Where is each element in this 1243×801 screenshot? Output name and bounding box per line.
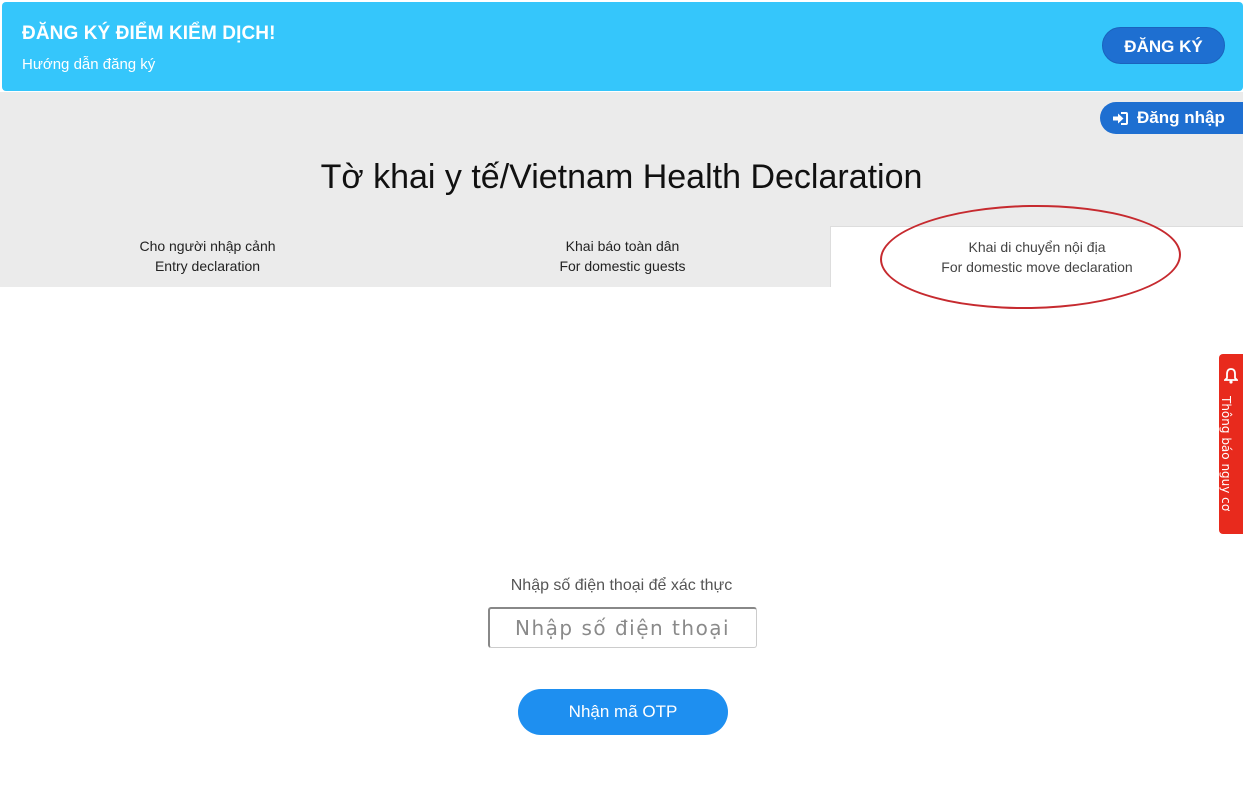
tab-label-vi: Cho người nhập cảnh (139, 238, 276, 254)
tab-label-vi: Khai báo toàn dân (565, 238, 680, 254)
banner-title: ĐĂNG KÝ ĐIỂM KIỂM DỊCH! (22, 23, 276, 44)
bell-icon (1224, 368, 1238, 384)
get-otp-button[interactable]: Nhận mã OTP (518, 689, 728, 735)
register-button[interactable]: ĐĂNG KÝ (1102, 27, 1225, 64)
login-button[interactable]: Đăng nhập (1100, 102, 1243, 134)
tab-label-en: For domestic guests (559, 258, 686, 274)
risk-notification-tab[interactable]: Thông báo nguy cơ (1219, 354, 1243, 534)
login-label: Đăng nhập (1137, 108, 1225, 127)
banner-guide-link[interactable]: Hướng dẫn đăng ký (22, 56, 155, 73)
phone-number-input[interactable] (488, 607, 757, 648)
tab-label-en: Entry declaration (154, 258, 261, 274)
page: ĐĂNG KÝ ĐIỂM KIỂM DỊCH! Hướng dẫn đăng k… (0, 0, 1243, 801)
page-title: Tờ khai y tế/Vietnam Health Declaration (320, 158, 923, 196)
phone-verify-label: Nhập số điện thoại để xác thực (510, 577, 733, 594)
quarantine-registration-banner: ĐĂNG KÝ ĐIỂM KIỂM DỊCH! Hướng dẫn đăng k… (2, 2, 1243, 91)
risk-notification-label: Thông báo nguy cơ (1219, 396, 1233, 512)
sign-in-icon (1113, 111, 1128, 125)
tab-entry-declaration[interactable]: Cho người nhập cảnh Entry declaration (0, 226, 415, 287)
tab-domestic-guests[interactable]: Khai báo toàn dân For domestic guests (415, 226, 830, 287)
